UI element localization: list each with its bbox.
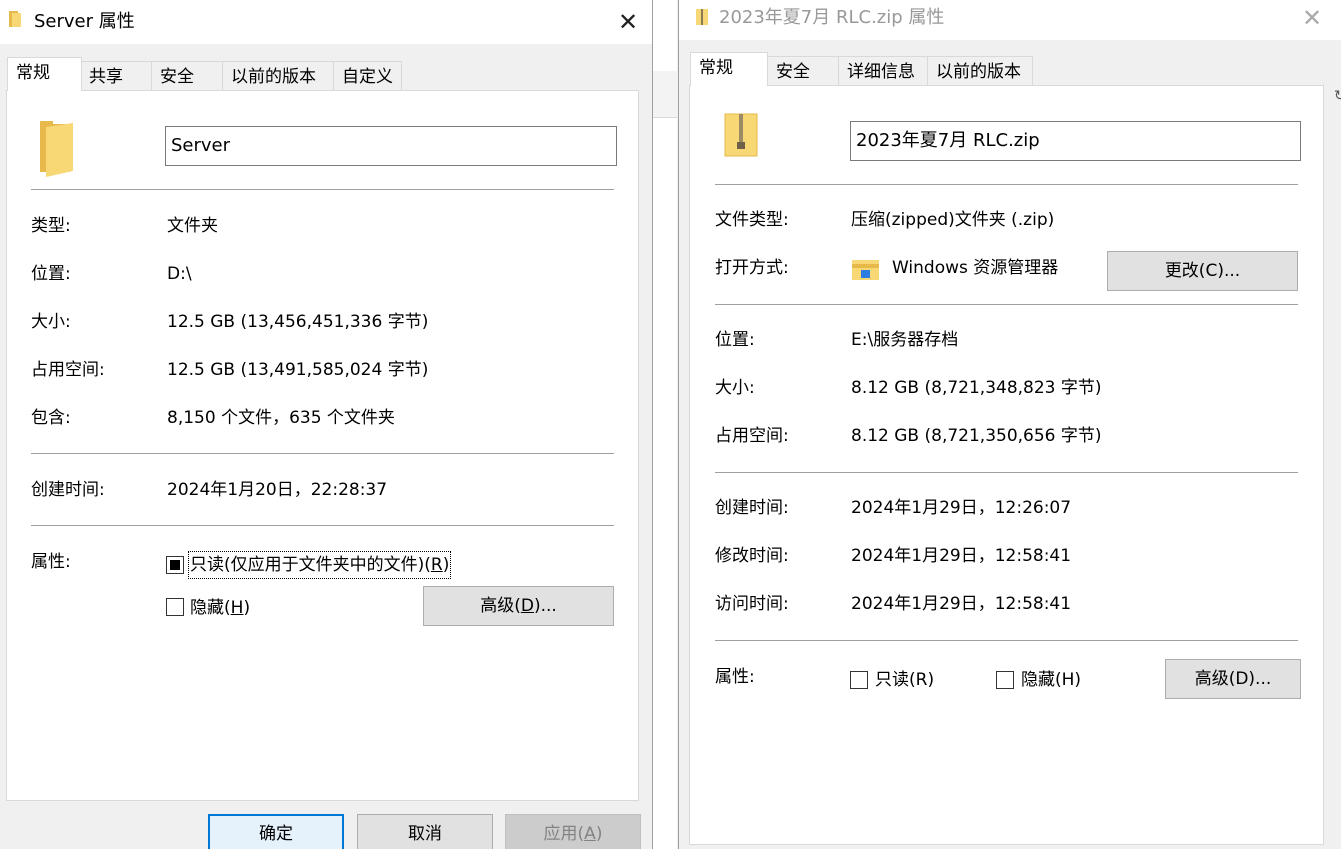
- background-window-band: [653, 71, 677, 118]
- accessed-label: 访问时间:: [715, 594, 789, 614]
- title-bar: 2023年夏7月 RLC.zip 属性 ✕: [679, 0, 1341, 40]
- size-label: 大小:: [715, 378, 755, 398]
- contains-label: 包含:: [31, 408, 71, 428]
- divider: [715, 304, 1298, 305]
- attributes-label: 属性:: [715, 667, 755, 687]
- close-icon[interactable]: ✕: [612, 6, 644, 38]
- created-label: 创建时间:: [31, 480, 105, 500]
- hidden-checkbox-label[interactable]: 隐藏(H): [1021, 668, 1081, 692]
- location-value: E:\服务器存档: [851, 330, 959, 350]
- file-name-input[interactable]: 2023年夏7月 RLC.zip: [850, 121, 1301, 161]
- cancel-button[interactable]: 取消: [357, 814, 493, 849]
- location-value: D:\: [167, 264, 192, 284]
- tab-general[interactable]: 常规: [690, 52, 768, 86]
- tab-general[interactable]: 常规: [7, 57, 82, 91]
- folder-icon: [40, 121, 73, 177]
- ok-button[interactable]: 确定: [208, 814, 344, 849]
- size-value: 12.5 GB (13,456,451,336 字节): [167, 312, 429, 332]
- file-explorer-icon: [852, 260, 879, 280]
- general-tab-panel: Server 类型: 文件夹 位置: D:\ 大小: 12.5 GB (13,4…: [6, 90, 639, 801]
- tab-details[interactable]: 详细信息: [838, 56, 928, 86]
- file-type-label: 文件类型:: [715, 210, 789, 230]
- window-title: 2023年夏7月 RLC.zip 属性: [719, 7, 945, 28]
- divider: [715, 472, 1298, 473]
- type-label: 类型:: [31, 216, 71, 236]
- created-value: 2024年1月29日，12:26:07: [851, 498, 1072, 518]
- modified-label: 修改时间:: [715, 546, 789, 566]
- readonly-checkbox-label[interactable]: 只读(R): [875, 668, 934, 692]
- zip-properties-dialog: 2023年夏7月 RLC.zip 属性 ✕ 常规 安全 详细信息 以前的版本 2…: [678, 0, 1341, 849]
- hidden-checkbox-label[interactable]: 隐藏(H): [190, 596, 250, 620]
- created-label: 创建时间:: [715, 498, 789, 518]
- divider: [31, 189, 614, 190]
- size-on-disk-label: 占用空间:: [31, 360, 105, 380]
- zip-folder-icon: [696, 9, 708, 25]
- contains-value: 8,150 个文件，635 个文件夹: [167, 408, 395, 428]
- window-title: Server 属性: [34, 11, 135, 32]
- hidden-checkbox[interactable]: [996, 671, 1014, 689]
- size-on-disk-label: 占用空间:: [715, 426, 789, 446]
- general-tab-panel: 2023年夏7月 RLC.zip 文件类型: 压缩(zipped)文件夹 (.z…: [689, 85, 1324, 845]
- apply-button[interactable]: 应用(A): [505, 814, 641, 849]
- size-label: 大小:: [31, 312, 71, 332]
- divider: [31, 525, 614, 526]
- type-value: 文件夹: [167, 216, 218, 236]
- background-window-edge: ↻: [1334, 88, 1341, 104]
- change-button[interactable]: 更改(C)...: [1107, 251, 1298, 291]
- advanced-button[interactable]: 高级(D)...: [1165, 659, 1301, 699]
- hidden-checkbox[interactable]: [166, 598, 184, 616]
- size-value: 8.12 GB (8,721,348,823 字节): [851, 378, 1102, 398]
- tab-security[interactable]: 安全: [151, 61, 223, 91]
- modified-value: 2024年1月29日，12:58:41: [851, 546, 1072, 566]
- tab-previous-versions[interactable]: 以前的版本: [927, 56, 1033, 86]
- accessed-value: 2024年1月29日，12:58:41: [851, 594, 1072, 614]
- server-properties-dialog: Server 属性 ✕ 常规 共享 安全 以前的版本 自定义 Server 类型…: [0, 0, 653, 849]
- advanced-button[interactable]: 高级(D)...: [423, 586, 614, 626]
- file-type-value: 压缩(zipped)文件夹 (.zip): [851, 210, 1055, 230]
- tab-customize[interactable]: 自定义: [333, 61, 402, 91]
- divider: [715, 640, 1298, 641]
- zip-folder-icon: [724, 113, 758, 157]
- folder-icon: [9, 11, 21, 27]
- divider: [31, 453, 614, 454]
- tab-previous-versions[interactable]: 以前的版本: [222, 61, 334, 91]
- tab-security[interactable]: 安全: [767, 56, 839, 86]
- close-icon[interactable]: ✕: [1296, 2, 1328, 34]
- readonly-checkbox[interactable]: [166, 556, 184, 574]
- location-label: 位置:: [31, 264, 71, 284]
- open-with-value: Windows 资源管理器: [892, 258, 1059, 278]
- attributes-label: 属性:: [31, 552, 71, 572]
- open-with-label: 打开方式:: [715, 258, 789, 278]
- divider: [715, 184, 1298, 185]
- created-value: 2024年1月20日，22:28:37: [167, 480, 388, 500]
- title-bar: Server 属性 ✕: [0, 0, 652, 44]
- readonly-checkbox-label[interactable]: 只读(仅应用于文件夹中的文件)(R): [187, 551, 452, 579]
- location-label: 位置:: [715, 330, 755, 350]
- size-on-disk-value: 8.12 GB (8,721,350,656 字节): [851, 426, 1102, 446]
- size-on-disk-value: 12.5 GB (13,491,585,024 字节): [167, 360, 429, 380]
- readonly-checkbox[interactable]: [850, 671, 868, 689]
- folder-name-input[interactable]: Server: [165, 126, 617, 166]
- tab-sharing[interactable]: 共享: [80, 61, 152, 91]
- desktop-gap: [653, 0, 677, 849]
